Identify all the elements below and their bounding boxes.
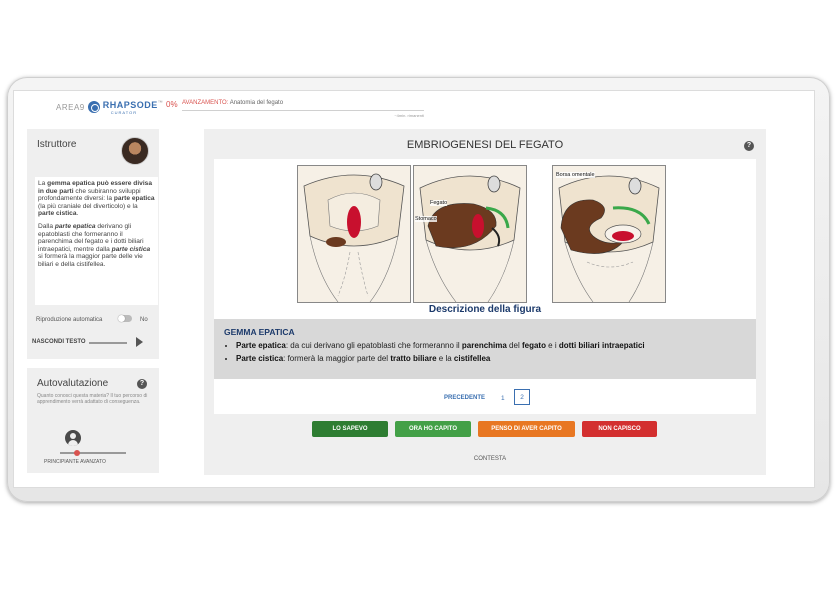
lesson-content: Fegato Stomaco Borsa omentale Descrizion… <box>214 159 756 414</box>
figure-panel-1 <box>297 165 411 303</box>
contest-button[interactable]: CONTESTA <box>204 456 776 462</box>
user-icon <box>65 430 81 446</box>
page-1-button[interactable]: 1 <box>501 395 505 402</box>
autoplay-value: No <box>140 317 148 323</box>
description-item: Parte epatica: da cui derivano gli epato… <box>236 339 645 352</box>
description-item: Parte cistica: formerà la maggior parte … <box>236 352 645 365</box>
self-evaluation-title: Autovalutazione <box>37 378 109 389</box>
logo-area: AREA9 <box>56 102 85 112</box>
logo-brand: RHAPSODE™ <box>102 100 164 110</box>
label-stomaco: Stomaco <box>415 216 437 222</box>
lesson-panel: EMBRIOGENESI DEL FEGATO ? Fegato Stomaco… <box>204 129 766 475</box>
play-icon[interactable] <box>136 337 143 347</box>
progress-percent: 0% <box>166 100 178 109</box>
description-box: GEMMA EPATICA Parte epatica: da cui deri… <box>214 319 756 379</box>
level-range-labels: PRINCIPIANTE AVANZATO <box>44 459 106 465</box>
app-screen: AREA9 RHAPSODE™ CURATOR 0% AVANZAMENTO: … <box>13 90 815 488</box>
pagination: PRECEDENTE 1 2 <box>214 389 756 407</box>
help-icon[interactable]: ? <box>744 141 754 151</box>
instructor-text: La gemma epatica può essere divisa in du… <box>35 177 158 305</box>
autoplay-label: Riproduzione automatica <box>36 317 103 323</box>
self-evaluation-description: Quanto conosci questa materia? Il tuo pe… <box>37 393 148 405</box>
instructor-avatar <box>121 137 149 165</box>
time-remaining: ~4min. rimanenti <box>394 113 424 118</box>
instructor-title: Istruttore <box>37 139 77 150</box>
description-list: Parte epatica: da cui derivano gli epato… <box>224 339 645 365</box>
penso-di-aver-capito-button[interactable]: PENSO DI AVER CAPITO <box>478 421 575 437</box>
progress-label: AVANZAMENTO: Anatomia del fegato <box>182 100 284 106</box>
previous-button[interactable]: PRECEDENTE <box>444 395 485 401</box>
label-fegato: Fegato <box>430 200 448 206</box>
instructor-panel: Istruttore La gemma epatica può essere d… <box>27 129 159 359</box>
autoplay-toggle[interactable] <box>118 315 132 322</box>
slider-handle[interactable] <box>73 450 80 456</box>
non-capisco-button[interactable]: NON CAPISCO <box>582 421 657 437</box>
page-2-button[interactable]: 2 <box>514 389 530 405</box>
logo-sub: CURATOR <box>110 110 138 115</box>
logo: AREA9 RHAPSODE™ CURATOR <box>56 99 163 115</box>
description-heading: GEMMA EPATICA <box>224 327 295 337</box>
top-bar: AREA9 RHAPSODE™ CURATOR 0% AVANZAMENTO: … <box>14 91 814 123</box>
lo-sapevo-button[interactable]: LO SAPEVO <box>312 421 388 437</box>
label-borsa-omentale: Borsa omentale <box>556 172 595 178</box>
self-evaluation-panel: Autovalutazione ? Quanto conosci questa … <box>27 368 159 473</box>
progress-track <box>182 110 424 111</box>
level-slider[interactable] <box>60 450 126 456</box>
hide-text-button[interactable]: NASCONDI TESTO <box>32 339 86 345</box>
figure-caption: Descrizione della figura <box>428 304 542 315</box>
ora-ho-capito-button[interactable]: ORA HO CAPITO <box>395 421 471 437</box>
hide-text-divider <box>89 342 127 344</box>
lesson-title: EMBRIOGENESI DEL FEGATO <box>406 139 564 151</box>
figure-panel-2: Fegato Stomaco <box>413 165 527 303</box>
globe-icon <box>87 101 100 113</box>
figure-panel-3: Borsa omentale <box>552 165 666 303</box>
help-icon[interactable]: ? <box>137 379 147 389</box>
